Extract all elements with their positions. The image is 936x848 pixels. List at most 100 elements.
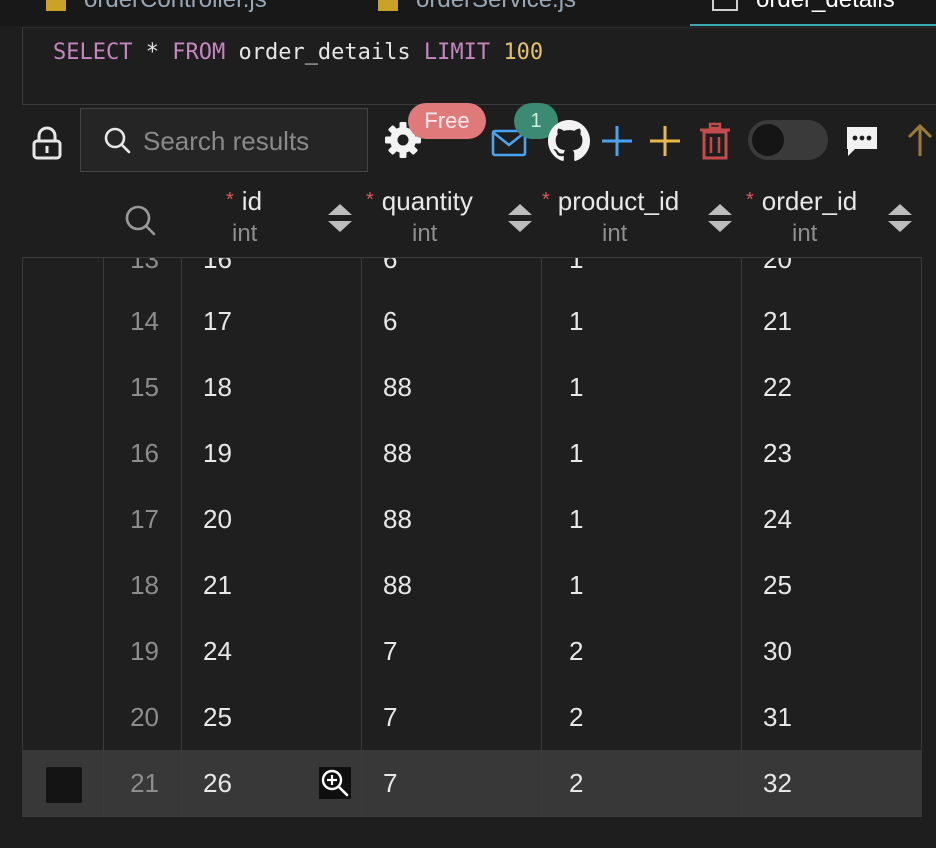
required-marker: * (542, 189, 550, 211)
table-row-selected[interactable]: 21 26 7 2 32 (23, 750, 921, 816)
row-checkbox[interactable] (46, 767, 82, 803)
cell-order-id[interactable]: 23 (763, 420, 792, 486)
column-header-quantity[interactable]: * quantity int (360, 180, 540, 258)
cell-quantity[interactable]: 6 (383, 288, 397, 354)
table-row[interactable]: 16 19 88 1 23 (23, 420, 921, 486)
column-name-text: quantity (381, 186, 473, 216)
tab-label: order_details (756, 0, 895, 13)
cell-id[interactable]: 18 (203, 354, 232, 420)
column-header-order-id[interactable]: * order_id int (740, 180, 936, 258)
cell-product-id[interactable]: 1 (569, 486, 583, 552)
table-row[interactable]: 20 25 7 2 31 (23, 684, 921, 750)
cell-quantity[interactable]: 7 (383, 750, 397, 816)
column-name-text: order_id (761, 186, 858, 216)
free-badge[interactable]: Free (408, 103, 486, 139)
cell-product-id[interactable]: 1 (569, 420, 583, 486)
cell-order-id[interactable]: 32 (763, 750, 792, 816)
cell-id[interactable]: 24 (203, 618, 232, 684)
cell-quantity[interactable]: 88 (383, 552, 412, 618)
row-number: 16 (130, 438, 159, 468)
column-header-product-id[interactable]: * product_id int (540, 180, 740, 258)
cell-product-id[interactable]: 1 (569, 552, 583, 618)
sql-editor[interactable]: SELECT * FROM order_details LIMIT 100 (22, 27, 936, 105)
cell-id[interactable]: 19 (203, 420, 232, 486)
toggle-switch[interactable] (748, 120, 828, 160)
arrow-up-icon[interactable] (905, 122, 935, 158)
column-name-text: id (241, 186, 263, 216)
cell-product-id[interactable]: 1 (569, 288, 583, 354)
sql-keyword: SELECT (53, 40, 133, 65)
cell-id[interactable]: 20 (203, 486, 232, 552)
table-row[interactable]: 13 16 6 1 20 (23, 258, 921, 292)
table-row[interactable]: 18 21 88 1 25 (23, 552, 921, 618)
cell-order-id[interactable]: 21 (763, 288, 792, 354)
cell-order-id[interactable]: 31 (763, 684, 792, 750)
cell-id[interactable]: 16 (203, 258, 232, 292)
required-marker: * (226, 189, 234, 211)
sql-number: 100 (490, 40, 544, 65)
cell-id[interactable]: 25 (203, 684, 232, 750)
row-number: 15 (130, 372, 159, 402)
column-name: * product_id (542, 186, 698, 217)
sort-icon[interactable] (708, 204, 732, 234)
cell-quantity[interactable]: 7 (383, 618, 397, 684)
required-marker: * (746, 189, 754, 211)
cell-product-id[interactable]: 2 (569, 684, 583, 750)
toggle-knob (752, 124, 784, 156)
table-icon (712, 0, 738, 11)
comment-icon[interactable] (845, 124, 879, 158)
trash-icon[interactable] (698, 122, 732, 160)
zoom-in-icon[interactable] (319, 767, 351, 799)
sort-icon[interactable] (328, 204, 352, 234)
github-icon[interactable] (548, 120, 590, 162)
table-row[interactable]: 19 24 7 2 30 (23, 618, 921, 684)
cell-id[interactable]: 26 (203, 750, 232, 816)
sort-icon[interactable] (888, 204, 912, 234)
lock-icon[interactable] (30, 126, 64, 160)
add-icon[interactable] (648, 124, 682, 158)
sql-star: * (132, 40, 173, 65)
row-number: 19 (130, 636, 159, 666)
search-icon (104, 127, 131, 154)
sql-table-name: order_details (225, 40, 424, 65)
table-row[interactable]: 15 18 88 1 22 (23, 354, 921, 420)
cell-order-id[interactable]: 20 (763, 258, 792, 292)
row-number: 14 (130, 306, 159, 336)
cell-quantity[interactable]: 88 (383, 420, 412, 486)
plus-icon[interactable] (600, 124, 634, 158)
cell-product-id[interactable]: 1 (569, 258, 583, 292)
cell-order-id[interactable]: 24 (763, 486, 792, 552)
column-type: int (412, 220, 438, 247)
grid-header: * id int * quantity int * product_id int * o… (22, 180, 936, 258)
search-box[interactable] (80, 108, 368, 172)
column-type: int (792, 220, 818, 247)
column-header-id[interactable]: * id int (180, 180, 360, 258)
cell-order-id[interactable]: 30 (763, 618, 792, 684)
tab-order-details[interactable]: order_details (690, 0, 936, 26)
column-type: int (602, 220, 628, 247)
search-input[interactable] (141, 119, 365, 163)
cell-order-id[interactable]: 22 (763, 354, 792, 420)
search-icon[interactable] (124, 204, 156, 236)
row-number: 18 (130, 570, 159, 600)
table-row[interactable]: 14 17 6 1 21 (23, 288, 921, 354)
table-row[interactable]: 17 20 88 1 24 (23, 486, 921, 552)
column-name: * id (226, 186, 262, 217)
cell-quantity[interactable]: 6 (383, 258, 397, 292)
cell-order-id[interactable]: 25 (763, 552, 792, 618)
cell-product-id[interactable]: 1 (569, 354, 583, 420)
cell-product-id[interactable]: 2 (569, 618, 583, 684)
cell-quantity[interactable]: 88 (383, 354, 412, 420)
cell-id[interactable]: 21 (203, 552, 232, 618)
results-grid: 13 16 6 1 20 14 17 6 1 21 15 18 88 1 22 … (22, 257, 922, 817)
tab-order-service[interactable]: orderService.js (378, 0, 608, 26)
cell-id[interactable]: 17 (203, 288, 232, 354)
cell-quantity[interactable]: 7 (383, 684, 397, 750)
cell-product-id[interactable]: 2 (569, 750, 583, 816)
tab-order-controller[interactable]: orderController.js (46, 0, 306, 26)
cell-quantity[interactable]: 88 (383, 486, 412, 552)
required-marker: * (366, 189, 374, 211)
sort-icon[interactable] (508, 204, 532, 234)
row-number: 17 (130, 504, 159, 534)
column-name-text: product_id (557, 186, 680, 216)
